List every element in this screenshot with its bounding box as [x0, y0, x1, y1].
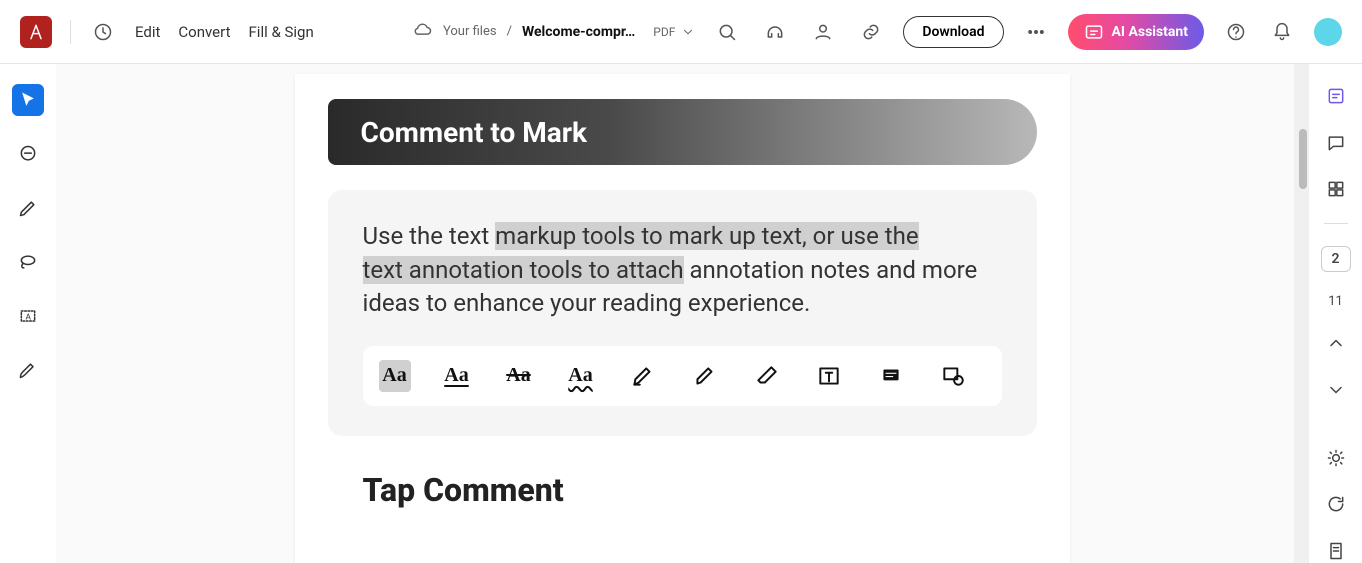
- ai-assistant-button[interactable]: AI Assistant: [1068, 14, 1204, 50]
- strikethrough-tool[interactable]: Aa: [503, 360, 535, 392]
- thumbnails-icon[interactable]: [1322, 177, 1350, 201]
- document-canvas: Comment to Mark Use the text markup tool…: [56, 64, 1308, 563]
- eraser-icon[interactable]: [751, 360, 783, 392]
- prev-page-icon[interactable]: [1322, 331, 1350, 355]
- svg-text:A: A: [26, 312, 32, 322]
- divider: [70, 20, 71, 44]
- marker-icon[interactable]: [689, 360, 721, 392]
- scrollbar-track[interactable]: [1294, 64, 1308, 563]
- textbox-icon[interactable]: [813, 360, 845, 392]
- app-logo[interactable]: [20, 16, 52, 48]
- text-pre: Use the text: [363, 222, 496, 250]
- ai-panel-icon[interactable]: [1322, 84, 1350, 108]
- top-bar: Edit Convert Fill & Sign Your files / We…: [0, 0, 1362, 64]
- lasso-tool[interactable]: [12, 246, 44, 278]
- comments-panel-icon[interactable]: [1322, 130, 1350, 154]
- avatar[interactable]: [1314, 18, 1342, 46]
- download-button[interactable]: Download: [903, 16, 1003, 48]
- ai-assistant-label: AI Assistant: [1112, 24, 1188, 40]
- breadcrumb-sep: /: [507, 24, 512, 39]
- notifications-icon[interactable]: [1268, 18, 1296, 46]
- filetype-label: PDF: [653, 25, 675, 39]
- breadcrumb-file[interactable]: Welcome-compr…: [522, 24, 635, 40]
- markup-toolbar: Aa Aa Aa Aa: [363, 346, 1002, 406]
- squiggle-tool[interactable]: Aa: [565, 360, 597, 392]
- total-pages: 11: [1328, 294, 1343, 309]
- text-highlight-2: text annotation tools to attach: [363, 256, 684, 284]
- highlighter-icon[interactable]: [627, 360, 659, 392]
- breadcrumb: Your files / Welcome-compr…: [413, 20, 635, 44]
- next-page-icon[interactable]: [1322, 377, 1350, 401]
- note-icon[interactable]: [875, 360, 907, 392]
- right-rail: 2 11: [1308, 64, 1362, 563]
- divider: [1324, 223, 1348, 224]
- instruction-card: Use the text markup tools to mark up tex…: [328, 190, 1037, 436]
- highlight-text-tool[interactable]: Aa: [379, 360, 411, 392]
- section-2-title: Tap Comment: [363, 471, 1037, 509]
- pen-tool[interactable]: [12, 354, 44, 386]
- recent-icon[interactable]: [89, 18, 117, 46]
- current-page-badge[interactable]: 2: [1321, 246, 1351, 272]
- rotate-icon[interactable]: [1322, 492, 1350, 516]
- menu-edit[interactable]: Edit: [135, 23, 160, 41]
- cloud-icon: [413, 20, 433, 44]
- breadcrumb-root[interactable]: Your files: [443, 24, 497, 39]
- text-select-tool[interactable]: A: [12, 300, 44, 332]
- help-icon[interactable]: [1222, 18, 1250, 46]
- link-icon[interactable]: [857, 18, 885, 46]
- underline-tool[interactable]: Aa: [441, 360, 473, 392]
- filetype-chip[interactable]: PDF: [653, 25, 695, 39]
- select-tool[interactable]: [12, 84, 44, 116]
- document-page: Comment to Mark Use the text markup tool…: [295, 74, 1070, 563]
- instruction-text: Use the text markup tools to mark up tex…: [363, 220, 1002, 321]
- draw-tool[interactable]: [12, 192, 44, 224]
- scrollbar-thumb[interactable]: [1299, 129, 1307, 189]
- theme-icon[interactable]: [1322, 446, 1350, 470]
- search-icon[interactable]: [713, 18, 741, 46]
- read-aloud-icon[interactable]: [761, 18, 789, 46]
- section-banner: Comment to Mark: [328, 99, 1037, 165]
- stamp-icon[interactable]: [937, 360, 969, 392]
- comment-tool[interactable]: [12, 138, 44, 170]
- page-view-icon[interactable]: [1322, 539, 1350, 563]
- menu-convert[interactable]: Convert: [178, 23, 230, 41]
- more-icon[interactable]: [1022, 18, 1050, 46]
- menu-fill-sign[interactable]: Fill & Sign: [249, 23, 314, 41]
- share-user-icon[interactable]: [809, 18, 837, 46]
- text-highlight-1: markup tools to mark up text, or use the: [495, 222, 918, 250]
- left-toolbar: A: [0, 64, 56, 563]
